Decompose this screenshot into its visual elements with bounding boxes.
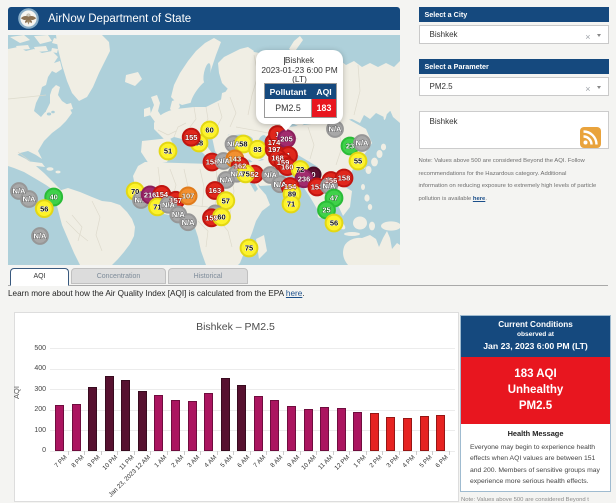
svg-text:107: 107 <box>182 192 195 201</box>
svg-text:23: 23 <box>346 142 354 151</box>
svg-text:52: 52 <box>250 170 258 179</box>
svg-text:56: 56 <box>330 219 338 228</box>
svg-text:158: 158 <box>338 174 351 183</box>
svg-text:205: 205 <box>280 135 293 144</box>
svg-text:57: 57 <box>222 196 230 205</box>
svg-text:N/A: N/A <box>264 171 278 180</box>
svg-text:60: 60 <box>217 213 225 222</box>
svg-text:58: 58 <box>239 140 247 149</box>
svg-text:40: 40 <box>50 193 58 202</box>
svg-text:71: 71 <box>153 203 161 212</box>
svg-text:N/A: N/A <box>162 200 176 209</box>
svg-text:159: 159 <box>205 214 218 223</box>
svg-text:75: 75 <box>241 170 249 179</box>
svg-text:N/A: N/A <box>182 218 196 227</box>
svg-text:160: 160 <box>281 162 294 171</box>
svg-text:56: 56 <box>40 204 48 213</box>
svg-text:55: 55 <box>354 157 362 166</box>
svg-text:N/A: N/A <box>220 176 234 185</box>
svg-text:236: 236 <box>298 174 311 183</box>
svg-text:216: 216 <box>144 191 157 200</box>
svg-text:25: 25 <box>322 206 330 215</box>
svg-text:N/A: N/A <box>329 125 343 134</box>
svg-text:N/A: N/A <box>34 232 48 241</box>
svg-text:70: 70 <box>131 187 139 196</box>
svg-text:60: 60 <box>205 126 213 135</box>
svg-text:47: 47 <box>330 194 338 203</box>
svg-text:89: 89 <box>288 190 296 199</box>
svg-text:N/A: N/A <box>323 182 337 191</box>
svg-text:N/A: N/A <box>23 195 37 204</box>
svg-text:51: 51 <box>164 147 172 156</box>
svg-text:83: 83 <box>253 145 261 154</box>
svg-text:N/A: N/A <box>356 139 370 148</box>
svg-text:71: 71 <box>287 200 295 209</box>
svg-text:75: 75 <box>245 244 253 253</box>
svg-text:174: 174 <box>268 138 281 147</box>
svg-text:155: 155 <box>185 133 198 142</box>
svg-text:154: 154 <box>156 190 169 199</box>
svg-text:72: 72 <box>296 165 304 174</box>
svg-text:163: 163 <box>209 186 222 195</box>
